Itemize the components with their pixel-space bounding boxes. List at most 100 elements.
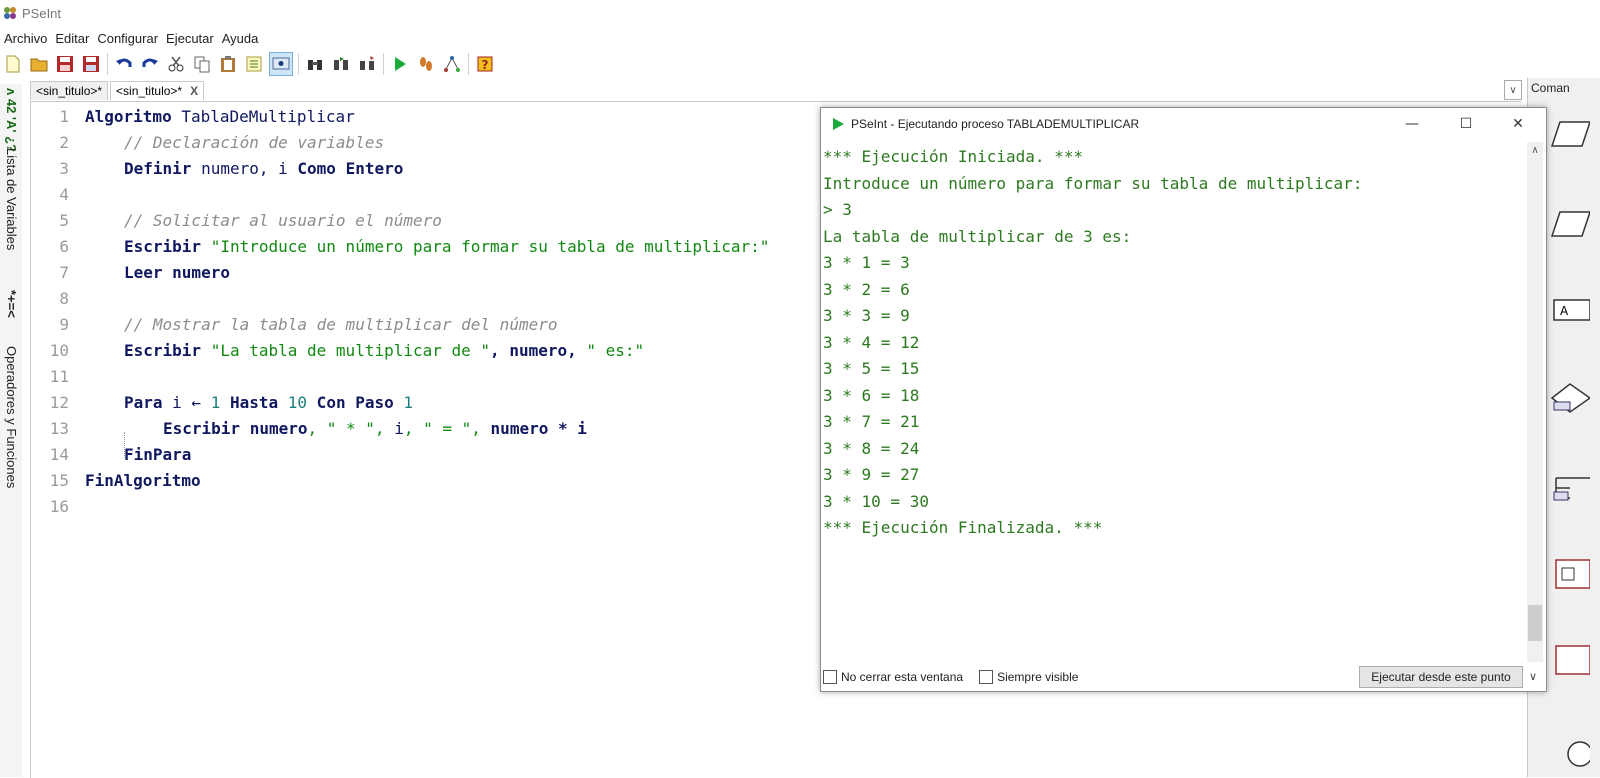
console-scrollbar[interactable]: ∧ xyxy=(1527,142,1543,662)
copy-button[interactable] xyxy=(191,53,213,75)
line-number: 9 xyxy=(59,315,69,334)
redo-button[interactable] xyxy=(139,53,161,75)
cmd-para-icon[interactable] xyxy=(1550,728,1590,768)
console-line: 3 * 10 = 30 xyxy=(823,491,929,511)
tab-label: <sin_titulo>* xyxy=(116,84,183,98)
clipboard-icon xyxy=(221,56,235,72)
string-token: , " = ", xyxy=(403,419,491,438)
ejecutar-desde-punto-button[interactable]: Ejecutar desde este punto xyxy=(1359,666,1523,688)
menu-editar[interactable]: Editar xyxy=(51,31,93,46)
menu-archivo[interactable]: Archivo xyxy=(0,31,51,46)
lista-variables-tab[interactable]: Lista de Variables xyxy=(3,148,19,250)
execution-window-titlebar[interactable]: PSeInt - Ejecutando proceso TABLADEMULTI… xyxy=(821,108,1546,140)
app-titlebar: PSeInt xyxy=(0,0,1600,26)
line-number: 3 xyxy=(59,159,69,178)
cmd-repetir-icon[interactable] xyxy=(1550,640,1590,680)
console-line: 3 * 8 = 24 xyxy=(823,438,920,458)
footsteps-icon xyxy=(420,57,432,71)
scroll-up-icon[interactable]: ∧ xyxy=(1527,142,1543,160)
code-line: 15 FinAlgoritmo xyxy=(31,468,201,494)
checkbox-box[interactable] xyxy=(823,670,837,684)
string-token: , " * ", xyxy=(307,419,395,438)
checkbox-box[interactable] xyxy=(979,670,994,684)
step-button[interactable] xyxy=(415,53,437,75)
keyword-token: Para xyxy=(124,393,163,412)
line-number: 15 xyxy=(49,471,69,490)
line-number: 5 xyxy=(59,211,69,230)
keyword-token: Leer numero xyxy=(124,263,230,282)
run-button[interactable] xyxy=(389,53,411,75)
keyword-token: Escribir xyxy=(124,341,202,360)
checkbox-label: Siempre visible xyxy=(997,670,1079,684)
cmd-segun-icon[interactable] xyxy=(1550,468,1590,508)
cut-button[interactable] xyxy=(165,53,187,75)
paste-button[interactable] xyxy=(217,53,239,75)
tabs-dropdown-button[interactable]: ∨ xyxy=(1504,80,1522,100)
line-number: 8 xyxy=(59,289,69,308)
search-button[interactable] xyxy=(304,53,326,75)
keyword-token: Definir xyxy=(124,159,192,178)
play-icon xyxy=(833,118,844,130)
search-next-button[interactable] xyxy=(330,53,352,75)
undo-button[interactable] xyxy=(113,53,135,75)
svg-text:?: ? xyxy=(482,58,489,72)
cmd-mientras-icon[interactable] xyxy=(1550,554,1590,594)
code-line: 13 Escribir numero, " * ", i, " = ", nume… xyxy=(31,416,587,458)
open-file-button[interactable] xyxy=(28,53,50,75)
code-line: 3 Definir numero, i Como Entero xyxy=(31,156,403,182)
find-button[interactable] xyxy=(269,52,293,76)
save-button[interactable] xyxy=(54,53,76,75)
chevron-down-icon: ∨ xyxy=(1528,670,1538,683)
menu-configurar[interactable]: Configurar xyxy=(93,31,162,46)
identifier-token: , numero, xyxy=(490,341,587,360)
folder-icon xyxy=(30,58,48,72)
string-token: "La tabla de multiplicar de " xyxy=(201,341,491,360)
maximize-button[interactable]: ☐ xyxy=(1457,115,1475,133)
no-cerrar-checkbox[interactable]: No cerrar esta ventana xyxy=(823,670,963,684)
tab-close-icon[interactable]: X xyxy=(190,84,198,98)
code-line: 9 // Mostrar la tabla de multiplicar del … xyxy=(31,312,557,338)
console-output[interactable]: *** Ejecución Iniciada. *** Introduce un… xyxy=(823,144,1523,664)
help-icon: ? xyxy=(477,56,493,72)
run-options-dropdown[interactable]: ∨ xyxy=(1524,666,1542,686)
identifier-token: numero * i xyxy=(490,419,587,438)
document-lines-icon xyxy=(246,56,262,72)
binoculars-replace-icon xyxy=(360,56,374,70)
tab-label: <sin_titulo>* xyxy=(36,84,103,98)
cmd-si-icon[interactable] xyxy=(1550,378,1590,418)
siempre-visible-checkbox[interactable]: Siempre visible xyxy=(979,670,1078,684)
save-as-button[interactable] xyxy=(80,53,102,75)
monitor-eye-icon xyxy=(272,57,290,70)
code-line: 10 Escribir "La tabla de multiplicar de "… xyxy=(31,338,644,364)
identifier-token: numero, i xyxy=(191,159,298,178)
cmd-leer-icon[interactable] xyxy=(1550,204,1590,244)
operadores-funciones-tab[interactable]: Operadores y Funciones xyxy=(3,346,19,488)
new-file-button[interactable] xyxy=(2,53,24,75)
menu-ayuda[interactable]: Ayuda xyxy=(218,31,263,46)
console-line: 3 * 2 = 6 xyxy=(823,279,910,299)
minimize-button[interactable]: — xyxy=(1403,115,1421,133)
replace-button[interactable] xyxy=(356,53,378,75)
cmd-escribir-icon[interactable] xyxy=(1550,114,1590,154)
help-button[interactable]: ? xyxy=(474,53,496,75)
line-number: 14 xyxy=(49,445,69,464)
symbols-variables-label: ʌ 42 'A' ¿? xyxy=(4,88,19,152)
execution-window: PSeInt - Ejecutando proceso TABLADEMULTI… xyxy=(820,107,1547,692)
svg-text:A: A xyxy=(1560,304,1569,318)
toolbar: ? xyxy=(0,50,1600,78)
symbols-operadores-label: *+=< xyxy=(4,290,19,318)
menu-ejecutar[interactable]: Ejecutar xyxy=(162,31,218,46)
flowchart-button[interactable] xyxy=(441,53,463,75)
tab-sin-titulo-1[interactable]: <sin_titulo>* xyxy=(30,81,109,100)
button-label: Ejecutar desde este punto xyxy=(1371,670,1511,684)
cmd-asignar-icon[interactable]: A xyxy=(1550,292,1590,332)
tab-sin-titulo-2[interactable]: <sin_titulo>* X xyxy=(110,81,205,100)
close-button[interactable]: ✕ xyxy=(1509,115,1527,133)
number-token: 10 xyxy=(287,393,308,412)
console-line: 3 * 6 = 18 xyxy=(823,385,920,405)
code-line: 2 // Declaración de variables xyxy=(31,130,384,156)
scrollbar-thumb[interactable] xyxy=(1528,605,1542,641)
flowchart-icon xyxy=(444,56,460,72)
code-line: 7 Leer numero xyxy=(31,260,230,286)
indent-button[interactable] xyxy=(243,53,265,75)
